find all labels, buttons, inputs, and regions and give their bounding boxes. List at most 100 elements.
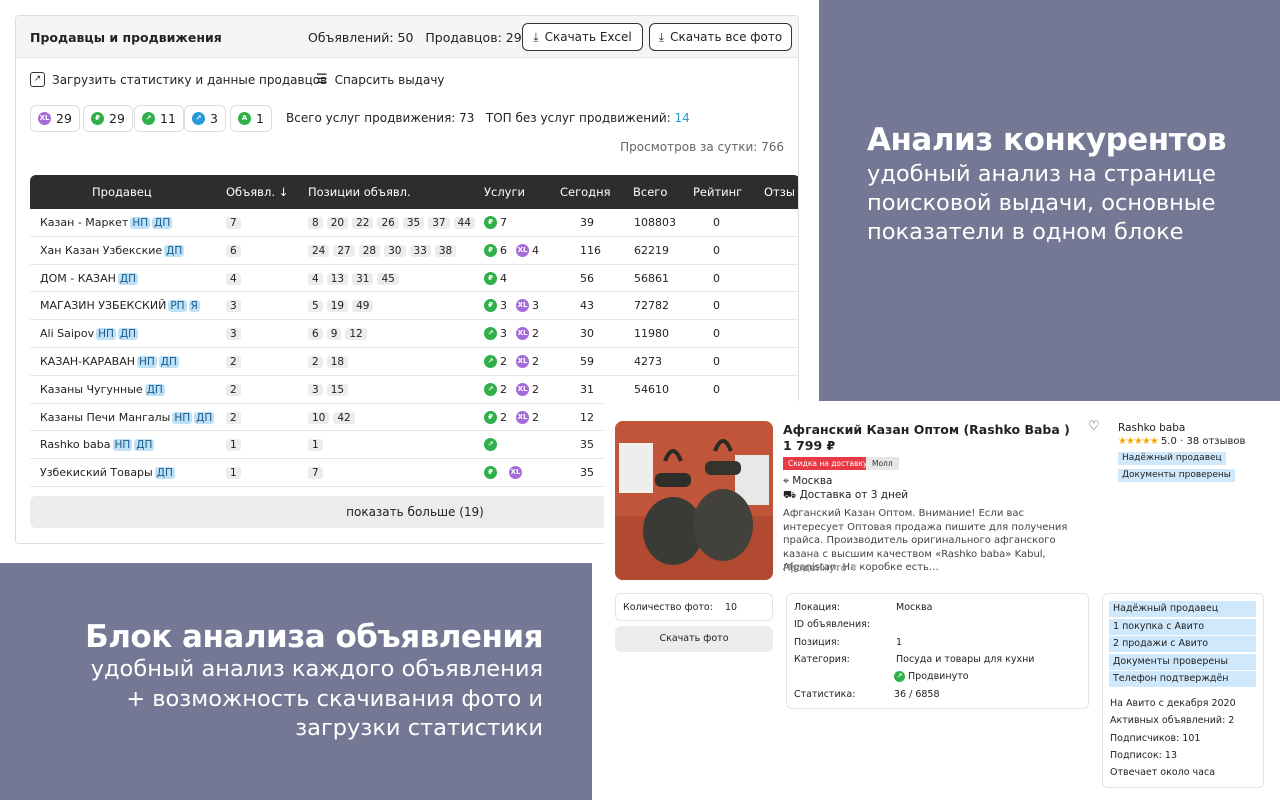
col-rating[interactable]: Рейтинг <box>693 185 742 199</box>
table-row[interactable]: ДОМ - КАЗАН ДП 4 4 13 31 45 ₽4 56 56861 0 <box>30 265 798 293</box>
position-value[interactable]: 8 <box>308 217 323 229</box>
position-value[interactable]: 33 <box>409 244 431 257</box>
position-value[interactable]: 30 <box>384 244 406 257</box>
position-value[interactable]: 15 <box>326 383 349 396</box>
info-key: Локация: <box>794 602 841 613</box>
position-value[interactable]: 12 <box>345 328 367 341</box>
position-value[interactable]: 45 <box>377 272 399 285</box>
col-ads[interactable]: Объявл. ↓ <box>226 185 288 199</box>
position-value[interactable]: 44 <box>453 217 475 229</box>
services-cell: ₽4 <box>484 271 513 285</box>
position-value[interactable]: 28 <box>358 244 381 257</box>
ad-delivery-label: Доставка от 3 дней <box>799 489 909 501</box>
position-value[interactable]: 49 <box>352 300 374 313</box>
position-value[interactable]: 10 <box>308 411 330 424</box>
seller-name[interactable]: КАЗАН-КАРАВАН <box>40 355 135 368</box>
promo-chip-up[interactable]: ↗ 3 <box>184 105 226 132</box>
download-photos-label: Скачать все фото <box>670 30 783 44</box>
position-value[interactable]: 6 <box>308 328 323 341</box>
position-value[interactable]: 5 <box>308 300 323 313</box>
ad-photo[interactable] <box>615 421 773 580</box>
position-value[interactable]: 35 <box>402 217 425 229</box>
promo-chip-boost[interactable]: ↗ 11 <box>134 105 184 132</box>
position-value[interactable]: 42 <box>333 411 355 424</box>
promo-chip-ruble[interactable]: ₽29 <box>83 105 133 132</box>
table-row[interactable]: МАГАЗИН УЗБЕКСКИЙ РП Я 3 5 19 49 ₽3 XL 3 43 72782 0 <box>30 292 798 321</box>
seller-name[interactable]: Казаны Печи Мангалы <box>40 411 170 424</box>
col-seller[interactable]: Продавец <box>92 185 152 199</box>
position-value[interactable]: 1 <box>308 439 323 452</box>
col-today[interactable]: Сегодня <box>560 185 611 199</box>
rating-value: 0 <box>713 299 720 313</box>
seller-name[interactable]: Хан Казан Узбекские <box>40 244 162 257</box>
position-value[interactable]: 7 <box>308 467 323 480</box>
ads-count-value: 4 <box>226 272 241 285</box>
position-value[interactable]: 22 <box>352 217 374 229</box>
seller-cell: Казаны Печи Мангалы НП ДП <box>40 411 215 424</box>
mall-badge: Молл <box>866 457 899 470</box>
seller-tag: РП <box>168 300 187 313</box>
services-cell: ₽ XL <box>484 466 531 480</box>
load-stats-button[interactable]: ↗ Загрузить статистику и данные продавцо… <box>30 72 327 87</box>
ad-city: ⌖ Москва <box>783 475 833 488</box>
seller-cell: МАГАЗИН УЗБЕКСКИЙ РП Я <box>40 299 200 313</box>
position-value[interactable]: 38 <box>434 244 457 257</box>
table-row[interactable]: Казаны Чугунные ДП 2 3 15 ↗ 2 XL 2 31 54610 0 <box>30 376 798 404</box>
seller-name[interactable]: Казан - Маркет <box>40 216 128 229</box>
col-services[interactable]: Услуги <box>484 185 525 199</box>
star-icons: ★★★★★ <box>1118 436 1159 447</box>
seller-name[interactable]: Ali Saipov <box>40 327 94 340</box>
seller-tag: ДП <box>154 467 175 480</box>
ads-count-value: 1 <box>226 467 241 480</box>
position-value[interactable]: 13 <box>326 272 349 285</box>
rating-value: 0 <box>713 216 720 229</box>
col-positions[interactable]: Позиции объявл. <box>308 185 411 199</box>
promo-chip-avito[interactable]: A1 <box>230 105 272 132</box>
table-row[interactable]: КАЗАН-КАРАВАН НП ДП 2 2 18 ↗ 2 XL 2 59 4273 0 <box>30 348 798 376</box>
seller-name[interactable]: ДОМ - КАЗАН <box>40 272 116 285</box>
seller-name[interactable]: МАГАЗИН УЗБЕКСКИЙ <box>40 299 166 312</box>
position-value[interactable]: 4 <box>308 272 323 285</box>
table-row[interactable]: Казан - Маркет НП ДП 7 8 20 22 26 35 37 44 ₽7 39 1088… <box>30 209 798 237</box>
position-value[interactable]: 24 <box>308 244 330 257</box>
table-row[interactable]: Ali Saipov НП ДП 3 6 9 12 ↗ 3 XL 2 30 11980 0 <box>30 320 798 348</box>
position-value[interactable]: 9 <box>326 328 342 341</box>
seller-name[interactable]: Rashko baba <box>40 438 111 451</box>
info-value: Москва <box>896 602 933 613</box>
download-photo-button[interactable]: Скачать фото <box>615 626 773 652</box>
col-total[interactable]: Всего <box>633 185 667 199</box>
download-all-photos-button[interactable]: ⤓ Скачать все фото <box>649 23 792 51</box>
seller-name[interactable]: Узбекиский Товары <box>40 466 153 479</box>
parse-serp-button[interactable]: ☰ Спарсить выдачу <box>316 72 445 87</box>
seller-tag: ДП <box>194 411 215 424</box>
services-cell: ₽2 XL 2 <box>484 410 545 424</box>
ad-title[interactable]: Афганский Казан Оптом (Rashko Baba ) <box>783 422 1070 437</box>
position-value[interactable]: 19 <box>326 300 349 313</box>
position-value[interactable]: 18 <box>326 355 349 368</box>
position-value[interactable]: 27 <box>333 244 355 257</box>
service-icon: ₽ <box>484 410 497 424</box>
position-value[interactable]: 26 <box>377 217 399 229</box>
table-row[interactable]: Хан Казан Узбекские ДП 6 24 27 28 30 33 38 ₽6 XL 4 1… <box>30 237 798 265</box>
position-value[interactable]: 3 <box>308 383 323 396</box>
seller-info-text: Активных объявлений: 2 <box>1110 715 1235 726</box>
seller-name[interactable]: Казаны Чугунные <box>40 383 143 396</box>
services-cell: ₽7 <box>484 216 513 229</box>
col-reviews[interactable]: Отзы <box>764 185 795 199</box>
positions-cell: 2 18 <box>308 355 352 368</box>
favorite-heart-icon[interactable]: ♡ <box>1088 419 1100 434</box>
service-icon: ↗ <box>484 382 497 396</box>
chip-value: 1 <box>256 111 264 126</box>
ads-count-value: 7 <box>226 217 241 229</box>
service-icon: ₽ <box>484 299 497 313</box>
seller-tag: ДП <box>152 217 173 229</box>
ad-seller-name[interactable]: Rashko baba <box>1118 422 1185 434</box>
download-excel-button[interactable]: ⤓ Скачать Excel <box>522 23 643 51</box>
position-value[interactable]: 37 <box>428 217 450 229</box>
position-value[interactable]: 2 <box>308 355 323 368</box>
promo-chip-xl[interactable]: XL 29 <box>30 105 80 132</box>
position-value[interactable]: 31 <box>352 272 374 285</box>
seller-cell: Узбекиский Товары ДП <box>40 466 175 480</box>
ads-cell: 3 <box>226 327 245 341</box>
position-value[interactable]: 20 <box>326 217 349 229</box>
